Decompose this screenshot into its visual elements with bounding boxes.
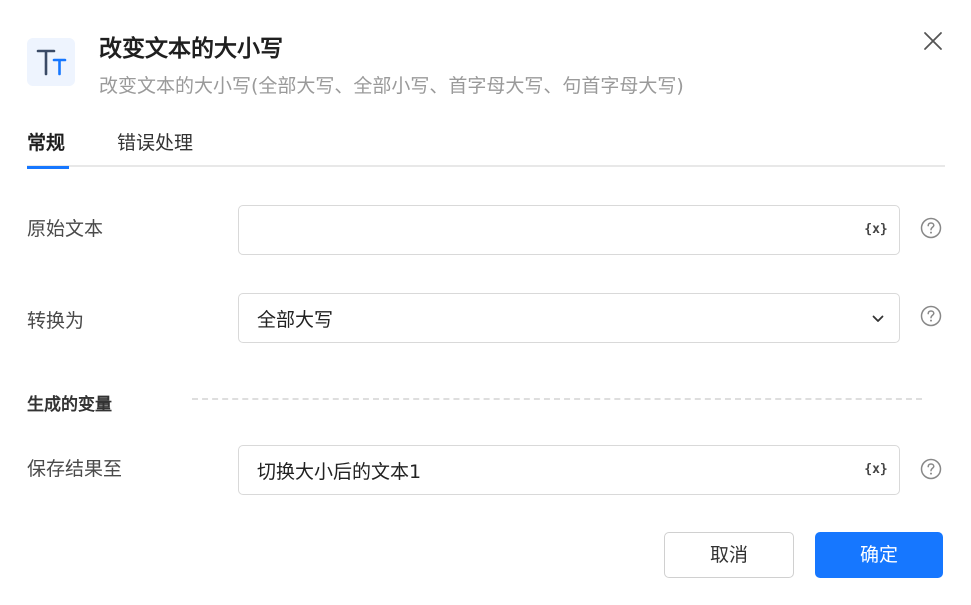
tab-error-handling[interactable]: 错误处理 <box>117 128 193 167</box>
convert-to-selected: 全部大写 <box>257 309 334 331</box>
close-icon[interactable] <box>920 28 946 54</box>
variable-insert-button[interactable]: {x} <box>864 459 888 481</box>
change-text-case-dialog: 改变文本的大小写 改变文本的大小写(全部大写、全部小写、首字母大写、句首字母大写… <box>0 0 971 605</box>
convert-to-select[interactable]: 全部大写 <box>238 293 900 343</box>
cancel-button[interactable]: 取消 <box>664 532 794 578</box>
chevron-down-icon[interactable] <box>871 312 885 326</box>
dialog-subtitle: 改变文本的大小写(全部大写、全部小写、首字母大写、句首字母大写) <box>99 75 684 97</box>
save-to-input[interactable]: 切换大小后的文本1 {x} <box>238 445 900 495</box>
tab-bar: 常规 错误处理 <box>27 128 945 169</box>
section-divider <box>192 398 922 400</box>
generated-variables-heading: 生成的变量 <box>27 395 112 415</box>
dialog-title: 改变文本的大小写 <box>99 36 283 62</box>
convert-to-label: 转换为 <box>27 310 85 332</box>
help-icon[interactable] <box>920 458 942 480</box>
save-to-label: 保存结果至 <box>27 458 123 480</box>
help-icon[interactable] <box>920 305 942 327</box>
tab-general[interactable]: 常规 <box>27 128 69 169</box>
save-to-value: 切换大小后的文本1 <box>257 461 422 483</box>
confirm-button[interactable]: 确定 <box>815 532 943 578</box>
help-icon[interactable] <box>920 217 942 239</box>
variable-insert-button[interactable]: {x} <box>864 219 888 241</box>
source-text-label: 原始文本 <box>27 218 104 240</box>
text-case-icon <box>27 38 75 86</box>
source-text-input[interactable]: {x} <box>238 205 900 255</box>
